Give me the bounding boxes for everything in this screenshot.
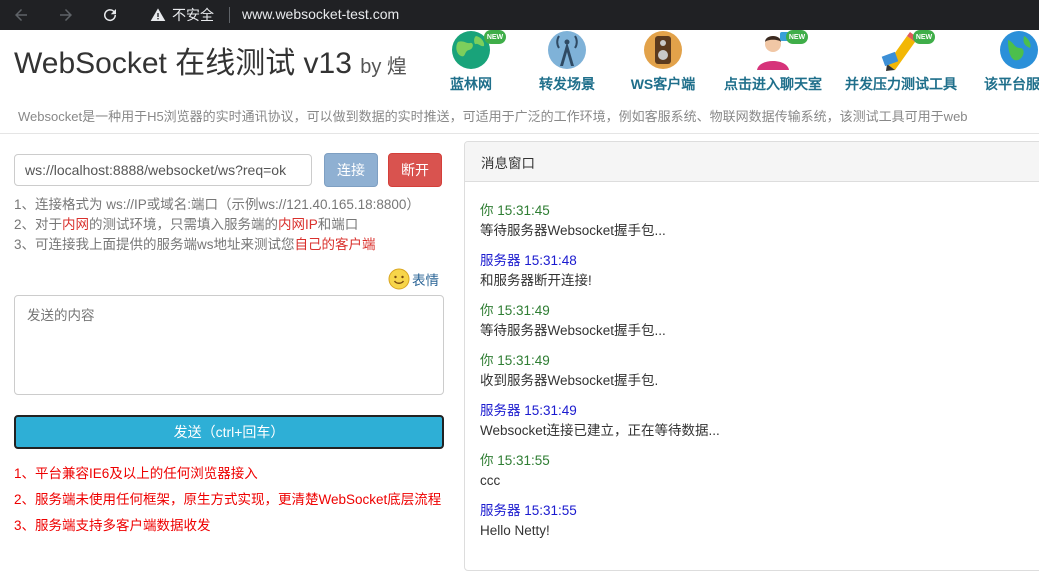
- nav-label: 该平台服务: [984, 76, 1039, 92]
- message-text: Websocket连接已建立，正在等待数据...: [480, 423, 720, 438]
- header-divider: [0, 133, 1039, 134]
- map-icon: [1000, 31, 1038, 69]
- message-time: 15:31:49: [524, 403, 577, 418]
- message-time: 15:31:55: [524, 503, 577, 518]
- tip-line-2: 2、对于内网的测试环境，只需填入服务端的内网IP和端口: [14, 215, 420, 235]
- message-header: 你 15:31:49: [480, 301, 1039, 321]
- title-text: WebSocket 在线测试 v13: [14, 47, 352, 80]
- message-time: 15:31:45: [497, 203, 550, 218]
- message-sender: 服务器: [480, 403, 521, 418]
- message-header: 服务器 15:31:49: [480, 401, 1039, 421]
- disconnect-button[interactable]: 断开: [388, 153, 442, 187]
- message-item: 服务器 15:31:49 Websocket连接已建立，正在等待数据...: [480, 401, 1039, 451]
- message-time: 15:31:49: [497, 303, 550, 318]
- message-item: 服务器 15:31:55 Hello Netty!: [480, 501, 1039, 551]
- tip-highlight: 内网IP: [278, 217, 318, 232]
- message-item: 你 15:31:45 等待服务器Websocket握手包...: [480, 201, 1039, 251]
- nav-item-ws-client[interactable]: WS客户端: [608, 30, 718, 92]
- tip-line-1: 1、连接格式为 ws://IP或域名:端口（示例ws://121.40.165.…: [14, 197, 420, 212]
- reload-icon: [104, 9, 117, 22]
- nav-label: 蓝林网: [450, 76, 492, 92]
- arrow-left-icon: [15, 9, 27, 21]
- nav-item-forward[interactable]: 转发场景: [512, 30, 622, 92]
- message-text: 收到服务器Websocket握手包.: [480, 373, 659, 388]
- message-header: 服务器 15:31:55: [480, 501, 1039, 521]
- tip-text: 和端口: [317, 217, 359, 232]
- site-description: Websocket是一种用于H5浏览器的实时通讯协议，可以做到数据的实时推送，可…: [18, 109, 968, 124]
- message-window: 消息窗口 你 15:31:45 等待服务器Websocket握手包... 服务器…: [464, 141, 1039, 571]
- warning-icon: [150, 8, 166, 21]
- emoji-button[interactable]: 表情: [388, 268, 439, 290]
- message-item: 你 15:31:49 收到服务器Websocket握手包.: [480, 351, 1039, 401]
- security-label: 不安全: [172, 7, 214, 23]
- page-title: WebSocket 在线测试 v13 by 煌: [14, 38, 407, 82]
- feature-item: 1、平台兼容IE6及以上的任何浏览器接入: [14, 466, 258, 481]
- tip-text: 3、可连接我上面提供的服务端ws地址来测试您: [14, 237, 295, 252]
- message-sender: 你: [480, 453, 494, 468]
- tip-highlight: 自己的客户端: [294, 237, 376, 252]
- nav-item-chatroom[interactable]: NEW 点击进入聊天室: [718, 30, 828, 92]
- nav-label: 转发场景: [539, 76, 595, 92]
- message-text: Hello Netty!: [480, 523, 550, 538]
- security-indicator[interactable]: 不安全: [150, 5, 214, 25]
- feature-list: 1、平台兼容IE6及以上的任何浏览器接入 2、服务端未使用任何框架，原生方式实现…: [14, 464, 441, 542]
- address-separator: [229, 7, 230, 23]
- new-badge: NEW: [913, 30, 935, 44]
- message-text: 和服务器断开连接!: [480, 273, 592, 288]
- new-badge: NEW: [484, 30, 506, 44]
- message-time: 15:31:48: [524, 253, 577, 268]
- tip-text: 的测试环境，只需填入服务端的: [89, 217, 279, 232]
- nav-item-stress-test[interactable]: NEW 并发压力测试工具: [845, 30, 957, 92]
- nav-item-platform-service[interactable]: 该平台服务: [964, 30, 1039, 92]
- emoji-label: 表情: [412, 273, 439, 288]
- connect-button[interactable]: 连接: [324, 153, 378, 187]
- browser-toolbar: 不安全 www.websocket-test.com: [0, 0, 1039, 30]
- reload-button[interactable]: [99, 4, 121, 26]
- smiley-icon: [388, 268, 410, 290]
- back-button[interactable]: [10, 4, 32, 26]
- message-header: 你 15:31:45: [480, 201, 1039, 221]
- speaker-icon: [644, 31, 682, 69]
- message-time: 15:31:49: [497, 353, 550, 368]
- tip-line-3: 3、可连接我上面提供的服务端ws地址来测试您自己的客户端: [14, 235, 420, 255]
- send-button[interactable]: 发送（ctrl+回车）: [14, 415, 444, 449]
- message-list[interactable]: 你 15:31:45 等待服务器Websocket握手包... 服务器 15:3…: [465, 182, 1039, 551]
- address-bar[interactable]: www.websocket-test.com: [242, 6, 399, 22]
- nav-label: 点击进入聊天室: [724, 76, 822, 92]
- new-badge: NEW: [786, 30, 808, 44]
- websocket-url-input[interactable]: [14, 154, 312, 186]
- message-sender: 服务器: [480, 253, 521, 268]
- tower-icon: [548, 31, 586, 69]
- nav-label: WS客户端: [630, 76, 696, 92]
- forward-button[interactable]: [55, 4, 77, 26]
- connection-tips: 1、连接格式为 ws://IP或域名:端口（示例ws://121.40.165.…: [14, 195, 420, 255]
- nav-item-lanlin[interactable]: NEW 蓝林网: [416, 30, 526, 92]
- message-input[interactable]: [14, 295, 444, 395]
- feature-item: 3、服务端支持多客户端数据收发: [14, 518, 211, 533]
- tip-text: 2、对于: [14, 217, 63, 232]
- message-sender: 你: [480, 203, 494, 218]
- message-sender: 你: [480, 303, 494, 318]
- message-text: 等待服务器Websocket握手包...: [480, 223, 666, 238]
- tip-highlight: 内网: [62, 217, 90, 232]
- message-text: ccc: [480, 473, 501, 488]
- title-author: by 煌: [360, 56, 407, 78]
- message-sender: 服务器: [480, 503, 521, 518]
- message-time: 15:31:55: [497, 453, 550, 468]
- message-header: 你 15:31:49: [480, 351, 1039, 371]
- message-item: 你 15:31:49 等待服务器Websocket握手包...: [480, 301, 1039, 351]
- message-window-title: 消息窗口: [465, 142, 1039, 182]
- arrow-right-icon: [60, 9, 72, 21]
- message-item: 服务器 15:31:48 和服务器断开连接!: [480, 251, 1039, 301]
- message-text: 等待服务器Websocket握手包...: [480, 323, 666, 338]
- message-header: 你 15:31:55: [480, 451, 1039, 471]
- feature-item: 2、服务端未使用任何框架，原生方式实现，更清楚WebSocket底层流程: [14, 492, 442, 507]
- nav-label: 并发压力测试工具: [845, 76, 957, 92]
- message-sender: 你: [480, 353, 494, 368]
- message-header: 服务器 15:31:48: [480, 251, 1039, 271]
- message-item: 你 15:31:55 ccc: [480, 451, 1039, 501]
